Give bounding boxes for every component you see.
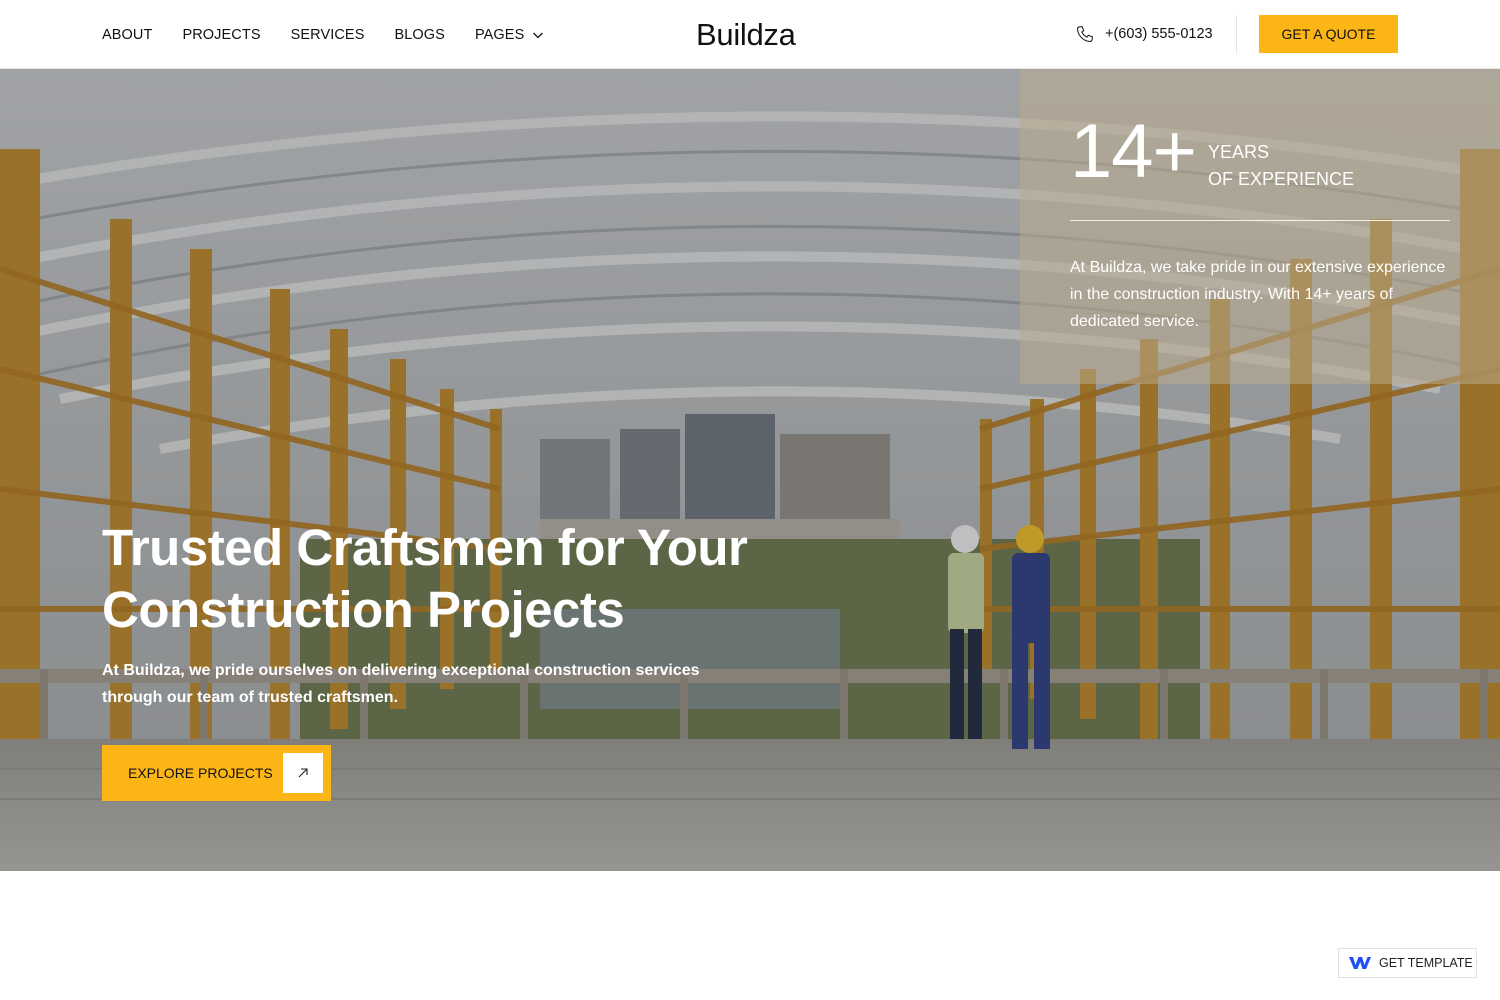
arrow-up-right-icon (283, 753, 323, 793)
get-quote-label: GET A QUOTE (1281, 26, 1376, 42)
site-logo[interactable]: Buildza (696, 17, 796, 53)
webflow-logo-icon (1349, 957, 1371, 969)
nav-blogs[interactable]: BLOGS (394, 27, 444, 43)
hero-section: 14+ YEARS OF EXPERIENCE At Buildza, we t… (0, 69, 1500, 871)
explore-projects-label: EXPLORE PROJECTS (128, 765, 273, 781)
get-quote-button[interactable]: GET A QUOTE (1259, 15, 1398, 53)
hero-subtitle: At Buildza, we pride ourselves on delive… (102, 662, 700, 706)
phone-icon (1076, 25, 1094, 43)
nav-projects-label: PROJECTS (182, 26, 261, 43)
chevron-down-icon (533, 32, 544, 38)
hero-title: Trusted Craftsmen for Your Construction … (102, 519, 748, 638)
nav-about-label: ABOUT (102, 26, 153, 43)
stat-divider (1070, 220, 1450, 221)
experience-description: At Buildza, we take pride in our extensi… (1070, 259, 1446, 330)
nav-pages-label: PAGES (474, 26, 525, 43)
nav-blogs-label: BLOGS (394, 26, 445, 43)
get-template-label: GET TEMPLATE (1379, 956, 1473, 970)
phone-number: +(603) 555-0123 (1105, 26, 1213, 42)
experience-stat-panel: 14+ YEARS OF EXPERIENCE At Buildza, we t… (1020, 69, 1500, 384)
experience-label: YEARS OF EXPERIENCE (1208, 139, 1354, 193)
experience-number: 14+ (1070, 109, 1197, 194)
header-divider (1236, 15, 1237, 53)
phone-contact[interactable]: +(603) 555-0123 (1075, 24, 1213, 44)
nav-projects[interactable]: PROJECTS (182, 27, 260, 43)
explore-projects-button[interactable]: EXPLORE PROJECTS (102, 745, 331, 801)
experience-label-line1: YEARS (1208, 142, 1270, 162)
nav-pages-dropdown[interactable]: PAGES (475, 27, 544, 43)
get-template-badge[interactable]: GET TEMPLATE (1338, 948, 1477, 978)
nav-services[interactable]: SERVICES (291, 27, 365, 43)
main-nav: ABOUT PROJECTS SERVICES BLOGS PAGES (102, 0, 544, 69)
nav-about[interactable]: ABOUT (102, 27, 152, 43)
experience-label-line2: OF EXPERIENCE (1208, 169, 1355, 189)
site-header: ABOUT PROJECTS SERVICES BLOGS PAGES Buil… (0, 0, 1500, 69)
nav-services-label: SERVICES (290, 26, 365, 43)
